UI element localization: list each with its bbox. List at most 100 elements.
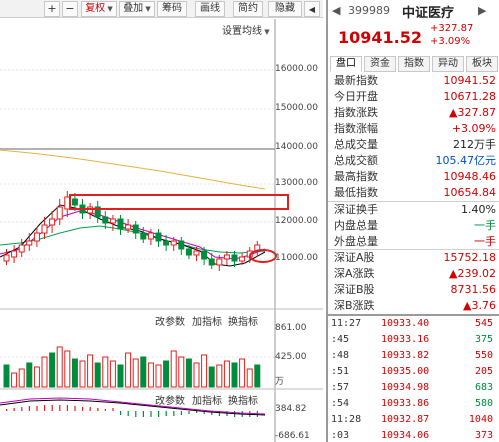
candle-body xyxy=(132,224,139,234)
stat-row: 深证B股 8731.56 xyxy=(334,282,498,298)
macd-params-button[interactable]: 改参数 xyxy=(155,392,185,407)
macd-bar xyxy=(74,406,76,411)
stat-label: 深证换手 xyxy=(334,203,378,216)
huaxian-button[interactable]: 画线 xyxy=(195,1,225,17)
tab-pankou[interactable]: 盘口 xyxy=(330,56,362,72)
volume-bar xyxy=(49,352,56,388)
tick-time: :48 xyxy=(331,350,350,361)
tick-price: 10933.82 xyxy=(381,350,430,361)
stat-label: 最新指数 xyxy=(334,74,378,87)
tick-volume: 205 xyxy=(474,366,493,377)
tab-zijin[interactable]: 资金 xyxy=(364,56,396,72)
stat-label: 总成交额 xyxy=(334,154,378,167)
candle-body xyxy=(56,206,63,220)
macd-axis-label: 384.82 xyxy=(275,404,307,414)
stat-value: ▲239.02 xyxy=(449,267,496,280)
tick-time: :03 xyxy=(331,430,350,441)
price-change: +327.87 xyxy=(430,23,474,34)
stat-value: 10671.28 xyxy=(443,90,497,103)
fuquan-dropdown[interactable]: 复权 ▼ xyxy=(81,1,117,17)
volume-bar xyxy=(26,362,33,388)
stat-value: 一手 xyxy=(474,235,496,248)
y-axis-label: 14000.00 xyxy=(275,142,318,152)
volume-bar xyxy=(231,362,238,388)
vol-add-indicator-button[interactable]: 加指标 xyxy=(192,313,222,328)
macd-bar xyxy=(188,411,190,414)
zoom-out-button[interactable]: − xyxy=(62,1,78,17)
stat-row: 最高指数 10948.46 xyxy=(334,169,498,185)
volume-bar xyxy=(3,364,10,388)
macd-bar xyxy=(89,407,91,411)
vol-swap-indicator-button[interactable]: 换指标 xyxy=(228,313,258,328)
macd-bar xyxy=(21,407,23,411)
tick-price: 10933.40 xyxy=(381,318,430,329)
zoom-in-button[interactable]: + xyxy=(44,1,60,17)
macd-bar xyxy=(51,405,53,411)
macd-bar xyxy=(127,411,129,416)
vol-params-button[interactable]: 改参数 xyxy=(155,313,185,328)
next-stock-icon[interactable]: ▶ xyxy=(478,4,486,17)
macd-bar xyxy=(82,407,84,411)
macd-bar xyxy=(44,405,46,411)
candle-body xyxy=(71,198,78,206)
volume-bar xyxy=(193,362,200,388)
yincang-label: 隐藏 xyxy=(275,3,295,14)
current-price: 10941.52 xyxy=(338,28,423,47)
stat-label: 最高指数 xyxy=(334,170,378,183)
tick-time: 11:28 xyxy=(331,414,362,425)
macd-swap-indicator-button[interactable]: 换指标 xyxy=(228,392,258,407)
tab-bankuai[interactable]: 板块 xyxy=(466,56,498,72)
candle-body xyxy=(125,224,132,230)
vol-axis-label: 425.00 xyxy=(275,352,307,362)
candle-body xyxy=(18,244,25,253)
volume-bars-group xyxy=(3,346,261,388)
candle-body xyxy=(140,232,147,240)
macd-axis-label: -686.61 xyxy=(275,431,310,441)
volume-bar xyxy=(246,368,253,388)
tick-price: 10933.86 xyxy=(381,398,430,409)
macd-add-indicator-button[interactable]: 加指标 xyxy=(192,392,222,407)
stat-row: 最新指数 10941.52 xyxy=(334,73,498,89)
scroll-left-button[interactable]: ◀ xyxy=(304,1,320,17)
y-axis-label: 15000.00 xyxy=(275,103,318,113)
tab-yidong[interactable]: 异动 xyxy=(432,56,464,72)
stat-row: 今日开盘 10671.28 xyxy=(334,89,498,105)
stat-value: 212万手 xyxy=(453,138,496,151)
stat-value: 8731.56 xyxy=(450,283,497,296)
stock-code: 399989 xyxy=(348,4,390,17)
volume-bar xyxy=(79,360,86,388)
volume-bar xyxy=(208,366,215,388)
choumai-button[interactable]: 筹码 xyxy=(157,1,187,17)
stat-label: 内盘总量 xyxy=(334,219,378,232)
vol-axis-label: 861.00 xyxy=(275,323,307,333)
stat-label: 指数涨幅 xyxy=(334,122,378,135)
volume-bar xyxy=(239,358,246,388)
stat-row: 总成交量 212万手 xyxy=(334,137,498,153)
volume-bar xyxy=(109,360,116,388)
volume-bar xyxy=(201,354,208,388)
volume-bar xyxy=(18,368,25,388)
volume-bar xyxy=(155,364,162,388)
candle-body xyxy=(208,258,215,266)
tick-volume: 545 xyxy=(474,318,493,329)
stat-label: 深证A股 xyxy=(334,251,375,264)
annotation-ellipse xyxy=(249,249,277,263)
candle-body xyxy=(102,216,109,224)
volume-bar xyxy=(117,364,124,388)
diejia-dropdown[interactable]: 叠加 ▼ xyxy=(119,1,155,17)
macd-bar xyxy=(135,411,137,417)
yincang-button[interactable]: 隐藏 xyxy=(268,1,302,17)
volume-bar xyxy=(132,358,139,388)
junyue-button[interactable]: 简约 xyxy=(233,1,263,17)
candle-body xyxy=(239,256,246,262)
prev-stock-icon[interactable]: ◀ xyxy=(332,4,340,17)
y-axis-label: 13000.00 xyxy=(275,178,318,188)
tab-zhishu[interactable]: 指数 xyxy=(398,56,430,72)
tick-row: :54 10933.86 580 xyxy=(331,396,497,412)
kline-chart-area[interactable]: 设置均线 ▼ 16000.00 15000.00 14000.00 13000.… xyxy=(0,19,323,442)
stat-row: 深B涨跌 ▲3.76 xyxy=(334,298,498,314)
stat-row: 指数涨幅 +3.09% xyxy=(334,121,498,137)
candle-body xyxy=(170,240,177,246)
tick-time: :45 xyxy=(331,334,350,345)
stat-row: 总成交额 105.47亿元 xyxy=(334,153,498,169)
